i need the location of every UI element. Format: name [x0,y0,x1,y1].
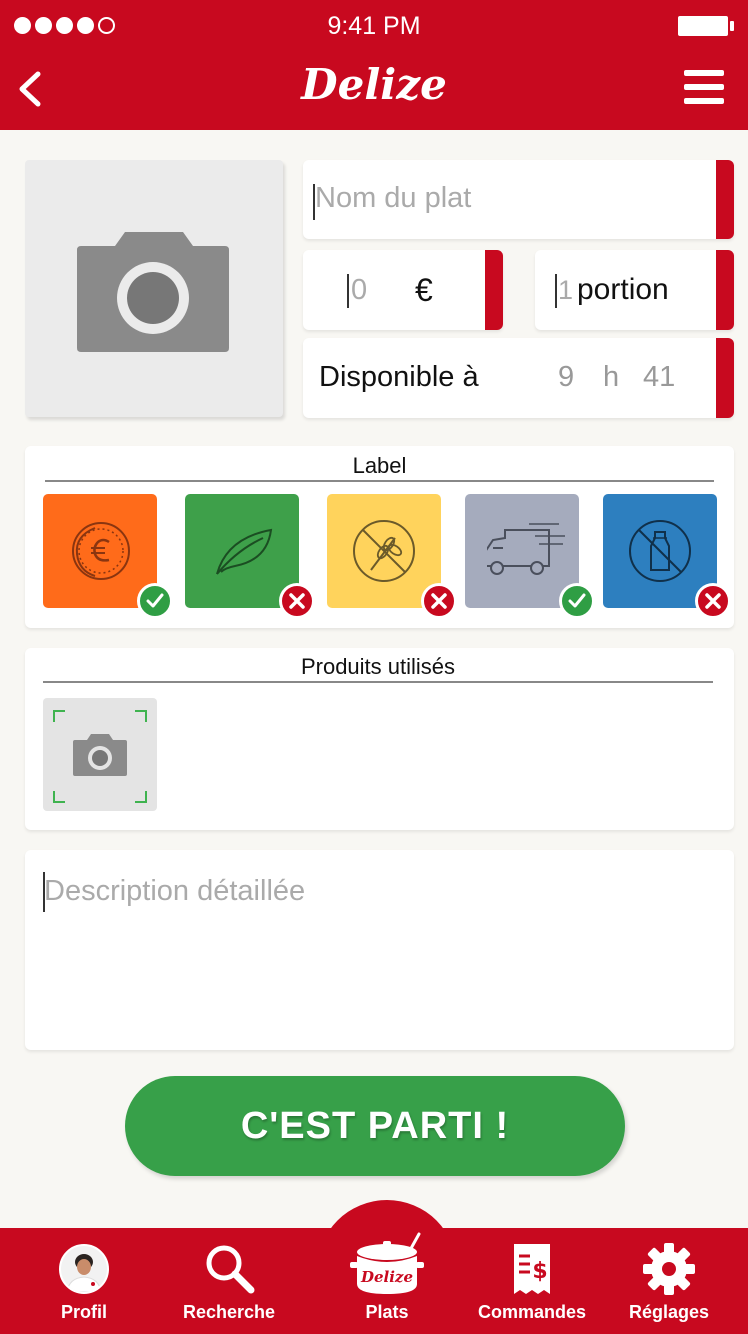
dish-photo-picker[interactable] [25,160,283,417]
pot-brand-text: Delize [360,1268,413,1286]
brand-logo: Delize [301,60,447,109]
avatar [59,1244,109,1294]
leaf-icon [216,528,273,575]
portion-unit: portion [577,273,669,306]
check-icon [146,593,164,608]
label-badge-unchecked[interactable] [279,583,315,619]
divider [45,480,714,482]
label-badge-unchecked[interactable] [695,583,731,619]
tab-label: Plats [365,1302,409,1322]
description-placeholder: Description détaillée [44,875,306,907]
svg-text:$: $ [532,1259,547,1284]
scan-corner [135,710,147,722]
hamburger-menu-icon[interactable] [684,70,724,104]
portion-field[interactable]: 1 portion [535,250,734,330]
divider [43,681,713,683]
camera-scan-icon [73,734,127,776]
label-badge-checked[interactable] [559,583,595,619]
scan-corner [53,710,65,722]
scan-corner [53,791,65,803]
tab-label: Commandes [477,1302,587,1322]
no-wheat-icon [353,520,415,582]
availability-field[interactable]: Disponible à 9 h 41 [303,338,734,418]
field-accent [485,250,503,330]
submit-button[interactable]: C'EST PARTI ! [125,1076,625,1176]
cooking-pot-icon: Delize [350,1232,424,1294]
text-caret [555,274,557,308]
gear-icon [643,1243,695,1295]
products-section: Produits utilisés [25,648,734,830]
check-icon [568,593,586,608]
close-icon [431,593,447,609]
app-header: 9:41 PM Delize [0,0,748,130]
description-field[interactable]: Description détaillée [25,850,734,1050]
tab-profil[interactable]: Profil [24,1230,144,1334]
label-section: Label [25,446,734,628]
label-badge-checked[interactable] [137,583,173,619]
currency-symbol: € [415,272,433,308]
price-value: 0 [351,274,368,306]
search-icon [206,1245,255,1294]
tab-commandes[interactable]: $ Commandes [472,1230,592,1334]
availability-hour[interactable]: 9 [558,361,574,394]
no-milk-icon [629,520,691,582]
availability-minute[interactable]: 41 [643,361,675,394]
camera-icon [77,232,229,352]
tab-plats[interactable]: Delize Plats [327,1230,447,1334]
tab-reglages[interactable]: Réglages [609,1230,729,1334]
availability-label: Disponible à [319,361,479,393]
scan-corner [135,791,147,803]
field-accent [716,160,734,239]
field-accent [716,250,734,330]
close-icon [705,593,721,609]
receipt-dollar-icon: $ [514,1244,550,1294]
scan-product-button[interactable] [43,698,157,811]
tab-recherche[interactable]: Recherche [169,1230,289,1334]
battery-icon [678,16,734,36]
close-icon [289,593,305,609]
price-field[interactable]: 0 € [303,250,503,330]
dish-name-placeholder: Nom du plat [315,182,472,214]
availability-separator: h [603,361,620,393]
dish-name-field[interactable]: Nom du plat [303,160,734,239]
portion-value: 1 [558,275,574,305]
delivery-van-icon [487,523,565,575]
label-section-title: Label [352,453,407,478]
products-section-title: Produits utilisés [300,654,456,679]
euro-coin-icon [72,522,130,580]
tab-label: Profil [60,1302,107,1322]
tab-label: Réglages [628,1302,710,1322]
field-accent [716,338,734,418]
text-caret [347,274,349,308]
status-time: 9:41 PM [327,12,421,40]
tab-label: Recherche [182,1302,276,1322]
label-badge-unchecked[interactable] [421,583,457,619]
